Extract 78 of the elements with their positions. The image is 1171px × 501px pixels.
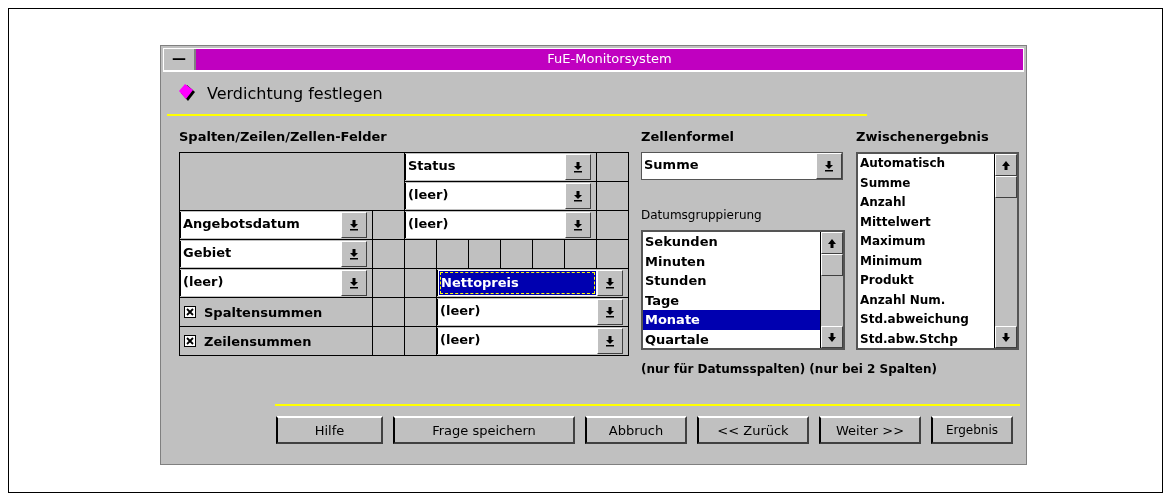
dialog-button[interactable]: Weiter >> [819,416,921,444]
list-item[interactable]: Produkt [858,271,994,291]
scroll-down-button[interactable] [821,326,843,348]
panel-label: Spalten/Zeilen/Zellen-Felder [179,128,388,146]
window-title: FuE-Monitorsystem [196,49,1023,70]
down-arrow-icon [605,277,615,289]
list-item[interactable]: Automatisch [858,154,994,174]
checkbox[interactable] [184,335,196,347]
list-item[interactable]: Mittelwert [858,212,994,232]
dropdown-field[interactable]: (leer) [437,299,623,325]
list-box[interactable]: Automatisch Summe Anzahl Mittelwert Maximum Minimum Produkt Anzahl Num. Std.abweichung Std.abw.Stchp [856,152,1019,350]
dialog-button[interactable]: Hilfe [276,416,383,444]
scroll-down-button[interactable] [995,326,1017,348]
dropdown-button[interactable] [816,153,842,179]
list-item[interactable]: Minimum [858,251,994,271]
dropdown-button[interactable] [565,212,591,238]
down-arrow-icon [573,161,583,173]
dropdown-field[interactable]: (leer) [180,270,367,296]
down-arrow-icon [573,190,583,202]
arrow-down-icon [1001,331,1011,343]
down-arrow-icon [605,335,615,347]
section-heading: Verdichtung festlegen [207,83,383,103]
scroll-up-button[interactable] [821,232,843,254]
checkbox-label: Zeilensummen [204,333,312,349]
checkbox-label: Spaltensummen [204,304,323,320]
arrow-up-icon [827,237,837,249]
list-item[interactable]: Maximum [858,232,994,252]
dropdown-field[interactable]: (leer) [405,183,591,209]
note-text: (nur für Datumsspalten) [641,362,806,376]
panel-label: Zwischenergebnis [856,128,990,146]
list-item[interactable]: Quartale [643,329,820,348]
dropdown-button[interactable] [565,154,591,180]
scroll-up-button[interactable] [995,154,1017,176]
panel-label: Datumsgruppierung [641,207,763,224]
down-arrow-icon [605,306,615,318]
scrollbar[interactable] [820,232,843,348]
dropdown-field[interactable]: Status [405,154,591,180]
checkbox[interactable] [184,306,196,318]
down-arrow-icon [349,248,359,260]
note-text: (nur bei 2 Spalten) [809,362,937,376]
dropdown-field[interactable]: Summe [641,152,843,180]
dropdown-button[interactable] [565,183,591,209]
dialog-button[interactable]: Abbruch [585,416,687,444]
list-item[interactable]: Monate [643,310,820,330]
list-item[interactable]: Anzahl [858,193,994,213]
dropdown-button[interactable] [597,299,623,325]
scroll-thumb[interactable] [995,176,1017,198]
scrollbar[interactable] [994,154,1017,348]
list-item[interactable]: Anzahl Num. [858,290,994,310]
dropdown-field[interactable]: (leer) [437,328,623,354]
dropdown-field[interactable]: (leer) [405,212,591,238]
down-arrow-icon [349,219,359,231]
dropdown-button[interactable] [341,212,367,238]
dropdown-button[interactable] [341,241,367,267]
list-item[interactable]: Tage [643,290,820,310]
panel-label: Zellenformel [641,128,736,146]
dropdown-button[interactable] [597,270,623,296]
scroll-thumb[interactable] [821,254,843,276]
dialog-button[interactable]: << Zurück [697,416,809,444]
list-box[interactable]: Sekunden Minuten Stunden Tage Monate Quartale [641,230,845,350]
list-item[interactable]: Minuten [643,251,820,271]
dropdown-button[interactable] [597,328,623,354]
arrow-up-icon [1001,159,1011,171]
down-arrow-icon [349,277,359,289]
down-arrow-icon [824,160,834,172]
list-item[interactable]: Stunden [643,271,820,291]
list-item[interactable]: Summe [858,173,994,193]
list-item[interactable]: Std.abweichung [858,310,994,330]
list-item[interactable]: Std.abw.Stchp [858,329,994,348]
dropdown-button[interactable] [341,270,367,296]
dropdown-field[interactable]: Angebotsdatum [180,212,367,238]
down-arrow-icon [573,219,583,231]
arrow-down-icon [827,331,837,343]
dropdown-field[interactable]: Nettopreis [437,270,623,296]
dropdown-field[interactable]: Gebiet [180,241,367,267]
dialog-button[interactable]: Ergebnis [931,416,1013,444]
list-item[interactable]: Sekunden [643,232,820,252]
dialog-button[interactable]: Frage speichern [393,416,575,444]
